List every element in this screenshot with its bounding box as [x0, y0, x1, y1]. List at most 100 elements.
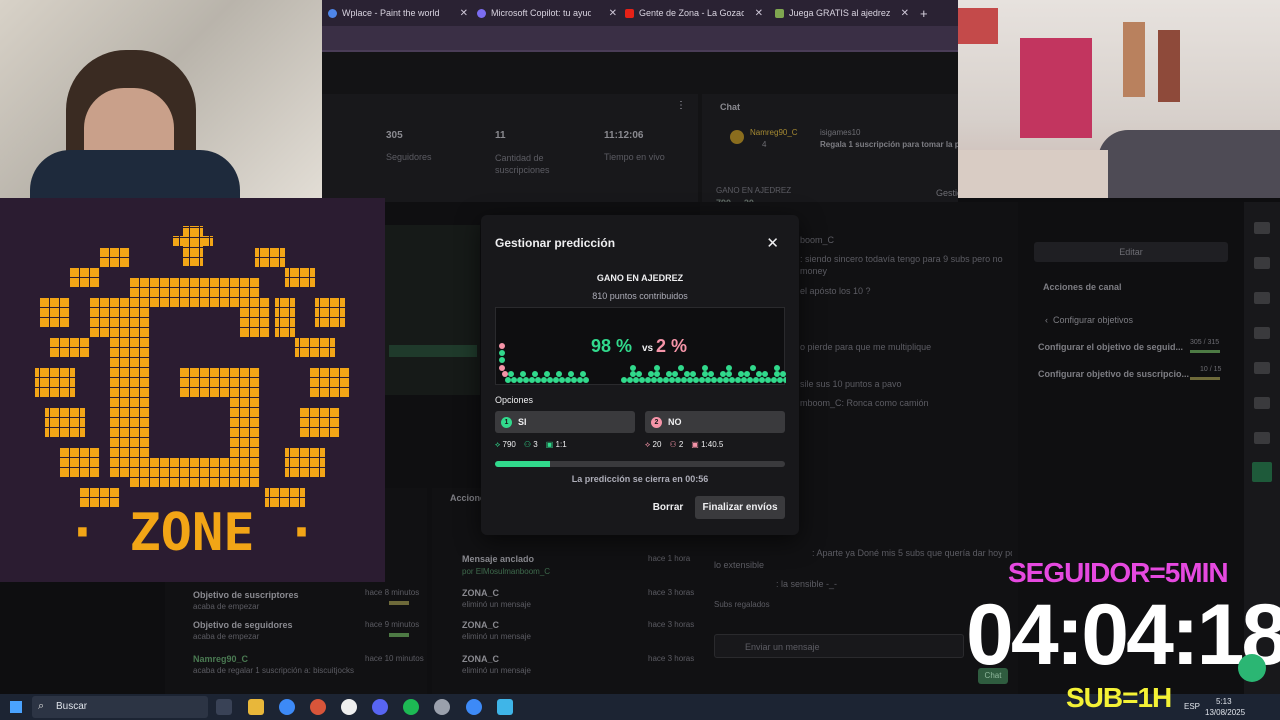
tab-copilot[interactable]: Microsoft Copilot: tu ayudante ✕: [477, 4, 617, 22]
discord-icon[interactable]: [372, 699, 388, 715]
graph-dot: [577, 377, 583, 383]
graph-dot: [726, 365, 732, 371]
puzzle-icon[interactable]: [1254, 432, 1270, 444]
graph-dot: [726, 371, 732, 377]
close-tab-icon[interactable]: ✕: [609, 8, 617, 19]
graph-dot: [675, 377, 681, 383]
settings-icon[interactable]: [1254, 362, 1270, 374]
graph-dot: [762, 371, 768, 377]
prediction-icon[interactable]: [1252, 462, 1272, 482]
close-icon[interactable]: ✕: [766, 234, 779, 252]
stats-panel: ⋮ 305 Seguidores 11 Cantidad de suscripc…: [322, 94, 698, 202]
chrome-active-icon[interactable]: [466, 699, 482, 715]
broadcast-icon[interactable]: [1254, 327, 1270, 339]
gift-user[interactable]: Namreg90_C: [750, 128, 798, 137]
graph-dot: [774, 371, 780, 377]
task-view-icon[interactable]: [216, 699, 232, 715]
activity-sub: acaba de empezar: [193, 632, 260, 641]
more-options-icon[interactable]: ⋮: [676, 100, 686, 111]
chat-bubble-icon[interactable]: [1254, 292, 1270, 304]
subs-label: Cantidad de suscripciones: [495, 153, 550, 175]
obs-icon[interactable]: [341, 699, 357, 715]
option-no[interactable]: 2 NO: [645, 411, 785, 433]
option-si[interactable]: 1 SI: [495, 411, 635, 433]
graph-dot: [765, 377, 771, 383]
new-tab-button[interactable]: +: [920, 4, 934, 22]
finish-submissions-button[interactable]: Finalizar envíos: [695, 496, 785, 519]
chat-line: sile sus 10 puntos a pavo: [800, 379, 902, 389]
close-tab-icon[interactable]: ✕: [460, 8, 468, 19]
clock-date[interactable]: 13/08/2025: [1205, 708, 1245, 717]
goal-followers-item[interactable]: Configurar el objetivo de seguid...: [1038, 342, 1183, 352]
subathon-timer: 04:04:18: [966, 587, 1280, 683]
zone-logo-icon: · ZONE ·: [35, 226, 350, 563]
live-time-label: Tiempo en vivo: [604, 152, 665, 162]
action-sub: eliminó un mensaje: [462, 666, 531, 675]
chrome-icon[interactable]: [279, 699, 295, 715]
tab-chess[interactable]: Juega GRATIS al ajedrez online ✕: [775, 4, 909, 22]
wall-poster-small: [1158, 30, 1180, 102]
graph-dot: [729, 377, 735, 383]
config-goals-link[interactable]: ‹ Configurar objetivos: [1045, 315, 1133, 325]
bed: [1098, 130, 1280, 198]
app-icon[interactable]: [434, 699, 450, 715]
action-title: ZONA_C: [462, 654, 500, 664]
progress-fill: [495, 461, 551, 467]
points-contributed: 810 puntos contribuidos: [592, 291, 688, 301]
option-a-stats: ⟡ 790 ⚇ 3 ▣ 1:1: [495, 440, 567, 450]
edit-button[interactable]: Editar: [1034, 242, 1228, 262]
clipboard-icon[interactable]: [1254, 257, 1270, 269]
graph-dot: [559, 377, 565, 383]
tab-label: Microsoft Copilot: tu ayudante: [491, 8, 591, 18]
graph-dot: [672, 371, 678, 377]
browser-icon[interactable]: [310, 699, 326, 715]
action-title: Mensaje anclado: [462, 554, 535, 564]
activity-time: hace 8 minutos: [365, 588, 420, 597]
action-sub: eliminó un mensaje: [462, 600, 531, 609]
windows-start-icon[interactable]: [10, 701, 22, 713]
delete-button[interactable]: Borrar: [643, 496, 693, 519]
lightning-icon[interactable]: [1254, 222, 1270, 234]
taskbar-search[interactable]: ⌕ Buscar: [32, 696, 208, 718]
users-value: 2: [678, 440, 684, 449]
graph-dot: [630, 365, 636, 371]
goal-subs-item[interactable]: Configurar objetivo de suscripcio...: [1038, 369, 1189, 379]
action-time: hace 1 hora: [648, 554, 691, 563]
chat-input[interactable]: Enviar un mensaje: [714, 634, 964, 658]
app-icon[interactable]: [497, 699, 513, 715]
graph-dot: [759, 377, 765, 383]
users-icon: ⚇: [523, 440, 532, 449]
language-indicator[interactable]: ESP: [1184, 702, 1200, 711]
close-tab-icon[interactable]: ✕: [755, 8, 763, 19]
file-explorer-icon[interactable]: [248, 699, 264, 715]
activity-title: Namreg90_C: [193, 654, 249, 664]
address-bar[interactable]: [322, 26, 958, 52]
graph-dots: [499, 343, 786, 383]
tab-youtube[interactable]: Gente de Zona - La Gozadera ( ✕: [625, 4, 763, 22]
vs-label: vs: [642, 343, 654, 354]
graph-dot: [499, 357, 505, 363]
tab-wplace[interactable]: Wplace - Paint the world ✕: [328, 4, 468, 22]
graph-dot: [738, 371, 744, 377]
action-sub: por ElMosulmanboom_C: [462, 567, 551, 576]
graph-dot: [711, 377, 717, 383]
graph-dot: [556, 371, 562, 377]
spotify-icon[interactable]: [403, 699, 419, 715]
graph-dot: [708, 371, 714, 377]
gift-text: Regala 1 suscripción para tomar la p: [820, 140, 960, 149]
graph-dot: [654, 371, 660, 377]
graph-dot: [750, 365, 756, 371]
tab-label: Gente de Zona - La Gozadera (: [639, 8, 744, 18]
clock-time[interactable]: 5:13: [1216, 697, 1232, 706]
graph-dot: [547, 377, 553, 383]
graph-dot: [705, 377, 711, 383]
preview-chart: [389, 345, 477, 357]
youtube-favicon-icon: [625, 8, 634, 18]
wrench-icon[interactable]: [1254, 397, 1270, 409]
option-number: 2: [651, 416, 662, 428]
graph-dot: [505, 377, 511, 383]
creator-dashboard: ⋮ 305 Seguidores 11 Cantidad de suscripc…: [322, 52, 975, 208]
prediction-graph: 98 % vs 2 %: [495, 307, 786, 385]
close-tab-icon[interactable]: ✕: [901, 8, 909, 19]
users-stat: ⚇ 3: [524, 440, 538, 450]
